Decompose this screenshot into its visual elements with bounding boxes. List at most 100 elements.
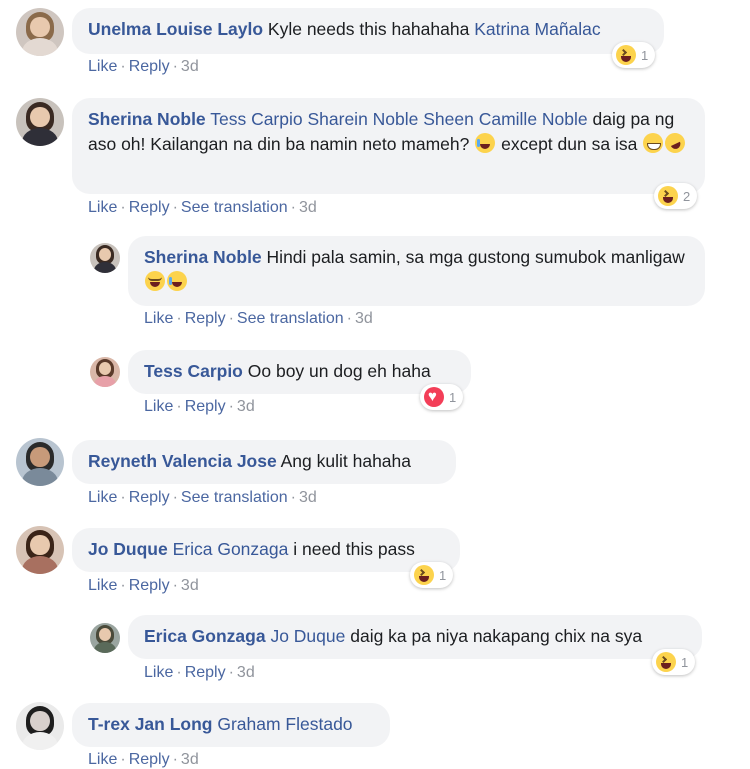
love-reaction-icon	[424, 387, 444, 407]
tagged-user[interactable]: Erica Gonzaga	[173, 539, 289, 559]
separator: ·	[120, 751, 126, 768]
comment-actions: Like · Reply · See translation · 3d	[144, 310, 373, 328]
reaction-count[interactable]: 2	[654, 183, 698, 209]
like-link[interactable]: Like	[88, 577, 117, 594]
separator: ·	[176, 310, 182, 327]
comment-actions: Like · Reply · 3d	[144, 398, 255, 416]
separator: ·	[176, 398, 182, 415]
reply-link[interactable]: Reply	[129, 489, 170, 506]
separator: ·	[346, 310, 352, 327]
like-link[interactable]: Like	[88, 751, 117, 768]
like-link[interactable]: Like	[88, 199, 117, 216]
separator: ·	[172, 577, 178, 594]
timestamp[interactable]: 3d	[237, 664, 255, 681]
separator: ·	[176, 664, 182, 681]
comment-author[interactable]: Erica Gonzaga	[144, 626, 266, 646]
comment-actions: Like · Reply · 3d	[88, 751, 199, 769]
avatar[interactable]	[90, 357, 120, 387]
comment-bubble: T-rex Jan Long Graham Flestado	[72, 703, 390, 747]
see-translation-link[interactable]: See translation	[181, 489, 288, 506]
avatar[interactable]	[16, 438, 64, 486]
like-link[interactable]: Like	[144, 398, 173, 415]
timestamp[interactable]: 3d	[299, 199, 317, 216]
timestamp[interactable]: 3d	[181, 577, 199, 594]
comment-bubble: Reyneth Valencia Jose Ang kulit hahaha	[72, 440, 456, 484]
reply-link[interactable]: Reply	[129, 577, 170, 594]
comment-author[interactable]: Jo Duque	[88, 539, 168, 559]
timestamp[interactable]: 3d	[181, 751, 199, 768]
tagged-users[interactable]: Tess Carpio Sharein Noble Sheen Camille …	[210, 109, 587, 129]
separator: ·	[172, 58, 178, 75]
reaction-count[interactable]: 1	[652, 649, 696, 675]
grimacing-emoji-icon	[643, 133, 664, 153]
haha-reaction-icon	[414, 565, 434, 585]
separator: ·	[290, 199, 296, 216]
comment-text: Ang kulit hahaha	[280, 451, 412, 471]
comment-bubble: Sherina Noble Hindi pala samin, sa mga g…	[128, 236, 705, 306]
reaction-number: 1	[681, 654, 689, 670]
see-translation-link[interactable]: See translation	[237, 310, 344, 327]
reaction-number: 2	[683, 188, 691, 204]
haha-reaction-icon	[658, 186, 678, 206]
separator: ·	[172, 199, 178, 216]
timestamp[interactable]: 3d	[237, 398, 255, 415]
comment-actions: Like · Reply · 3d	[144, 664, 255, 682]
separator: ·	[120, 577, 126, 594]
comment-text: except dun sa isa	[496, 134, 643, 154]
reaction-count[interactable]: 1	[410, 562, 454, 588]
reply-link[interactable]: Reply	[185, 398, 226, 415]
tagged-user[interactable]: Katrina Mañalac	[474, 19, 600, 39]
reaction-number: 1	[449, 389, 457, 405]
avatar[interactable]	[16, 526, 64, 574]
reply-link[interactable]: Reply	[129, 751, 170, 768]
comment-author[interactable]: Sherina Noble	[88, 109, 206, 129]
comment-text: Hindi pala samin, sa mga gustong sumubok…	[266, 247, 685, 267]
reply-link[interactable]: Reply	[185, 664, 226, 681]
comment-actions: Like · Reply · See translation · 3d	[88, 489, 317, 507]
reply-link[interactable]: Reply	[129, 58, 170, 75]
crying-laughing-emoji-icon	[475, 133, 496, 153]
like-link[interactable]: Like	[144, 310, 173, 327]
reaction-count[interactable]: 1	[612, 42, 656, 68]
comment-author[interactable]: Unelma Louise Laylo	[88, 19, 263, 39]
comment-text: Kyle needs this hahahaha	[267, 19, 475, 39]
comment-bubble: Tess Carpio Oo boy un dog eh haha	[128, 350, 471, 394]
comment-text: daig ka pa niya nakapang chix na sya	[345, 626, 643, 646]
separator: ·	[290, 489, 296, 506]
like-link[interactable]: Like	[88, 489, 117, 506]
comment-bubble: Unelma Louise Laylo Kyle needs this haha…	[72, 8, 664, 54]
comment-bubble: Sherina Noble Tess Carpio Sharein Noble …	[72, 98, 705, 194]
comment-author[interactable]: Reyneth Valencia Jose	[88, 451, 277, 471]
reaction-number: 1	[439, 567, 447, 583]
comment-text: Oo boy un dog eh haha	[247, 361, 431, 381]
timestamp[interactable]: 3d	[181, 58, 199, 75]
tagged-user[interactable]: Graham Flestado	[217, 714, 352, 734]
comment-text: i need this pass	[288, 539, 415, 559]
haha-reaction-icon	[616, 45, 636, 65]
separator: ·	[228, 310, 234, 327]
avatar[interactable]	[16, 702, 64, 750]
tagged-user[interactable]: Jo Duque	[270, 626, 345, 646]
timestamp[interactable]: 3d	[299, 489, 317, 506]
comment-actions: Like · Reply · 3d	[88, 577, 199, 595]
reply-link[interactable]: Reply	[185, 310, 226, 327]
avatar[interactable]	[90, 623, 120, 653]
avatar[interactable]	[16, 98, 64, 146]
timestamp[interactable]: 3d	[355, 310, 373, 327]
reply-link[interactable]: Reply	[129, 199, 170, 216]
zany-reaction-icon	[656, 652, 676, 672]
separator: ·	[120, 199, 126, 216]
avatar[interactable]	[90, 243, 120, 273]
like-link[interactable]: Like	[144, 664, 173, 681]
see-translation-link[interactable]: See translation	[181, 199, 288, 216]
like-link[interactable]: Like	[88, 58, 117, 75]
comment-author[interactable]: Sherina Noble	[144, 247, 262, 267]
reaction-number: 1	[641, 47, 649, 63]
avatar[interactable]	[16, 8, 64, 56]
separator: ·	[228, 398, 234, 415]
comment-author[interactable]: T-rex Jan Long	[88, 714, 212, 734]
comment-author[interactable]: Tess Carpio	[144, 361, 243, 381]
reaction-count[interactable]: 1	[420, 384, 464, 410]
separator: ·	[228, 664, 234, 681]
separator: ·	[172, 489, 178, 506]
